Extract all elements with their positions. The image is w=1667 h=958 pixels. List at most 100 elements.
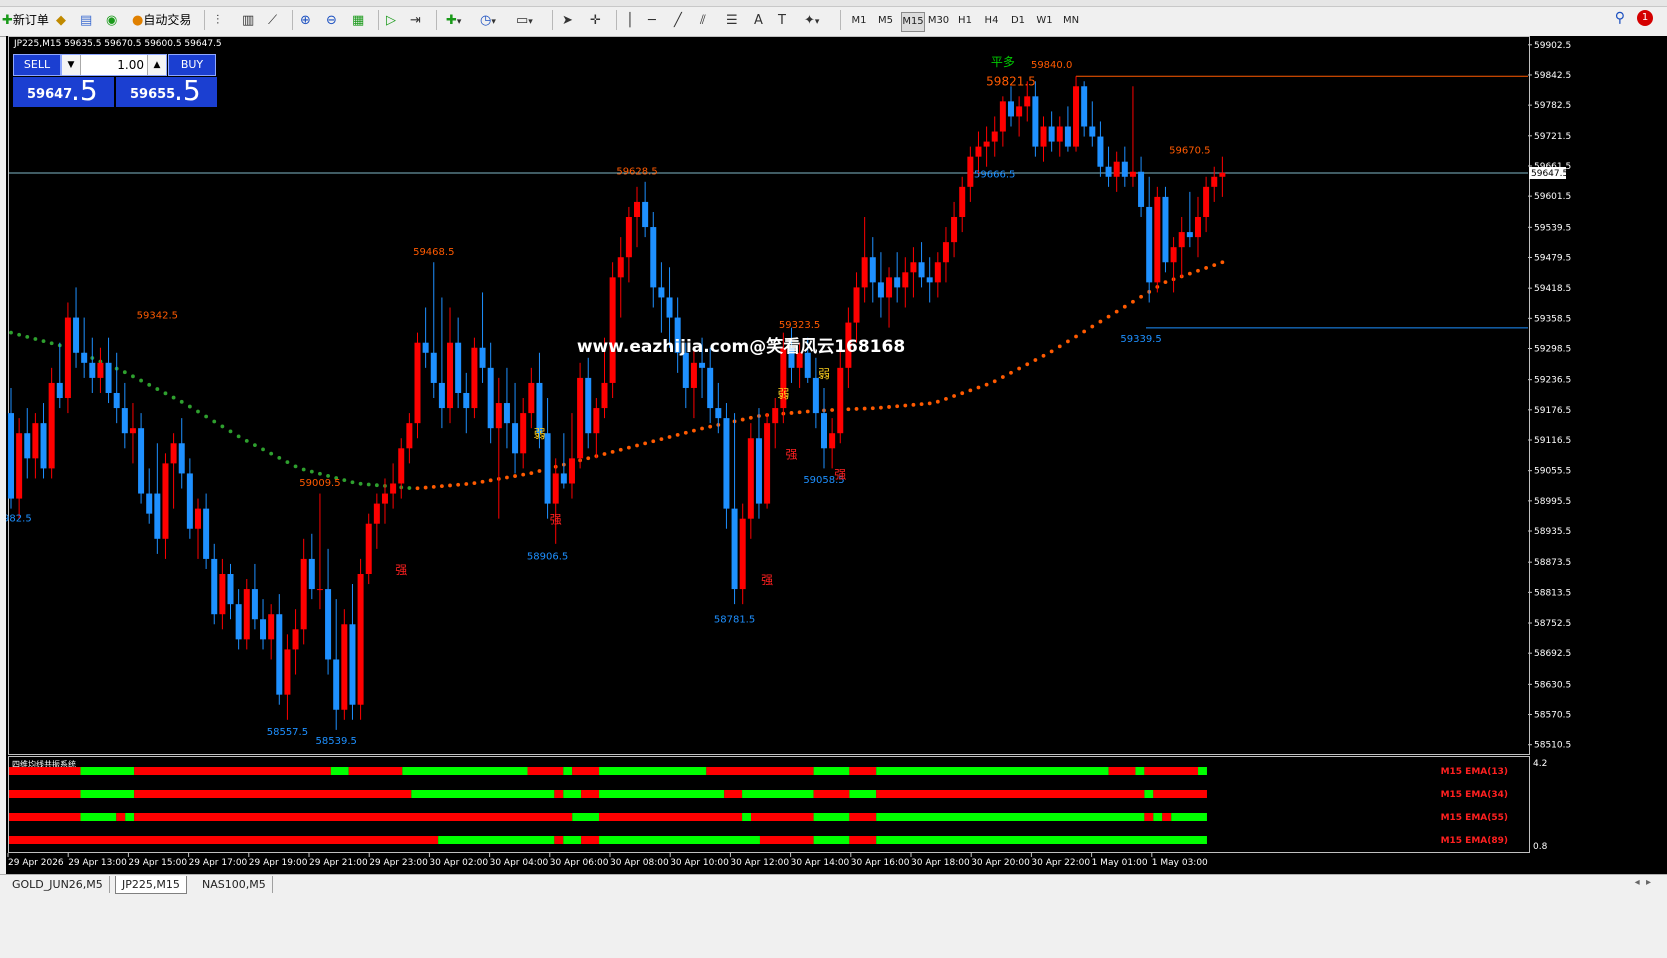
candle-body bbox=[731, 508, 738, 590]
indicator-bar-segment bbox=[599, 813, 743, 821]
candle-body bbox=[1007, 101, 1014, 117]
candle-body bbox=[373, 503, 380, 524]
auto-trade-button[interactable]: ●自动交易 bbox=[132, 10, 191, 30]
text-label-icon[interactable]: T bbox=[778, 10, 786, 30]
price-extreme-label: 59323.5 bbox=[779, 320, 820, 331]
tab-nas100-m5[interactable]: NAS100,M5 bbox=[196, 876, 273, 893]
indicators-icon[interactable]: ✚▾ bbox=[446, 10, 461, 30]
timeframe-mn-button[interactable]: MN bbox=[1060, 12, 1082, 30]
shapes-icon[interactable]: ✦▾ bbox=[804, 10, 819, 30]
zoom-in-icon[interactable]: ⊕ bbox=[300, 10, 311, 30]
chart-window[interactable]: JP225,M15 59635.5 59670.5 59600.5 59647.… bbox=[6, 36, 1667, 874]
timeframe-m30-button[interactable]: M30 bbox=[928, 12, 950, 30]
candle-body bbox=[503, 403, 510, 424]
horizontal-line-icon[interactable]: ─ bbox=[648, 10, 656, 30]
tile-windows-icon[interactable]: ▦ bbox=[352, 10, 364, 30]
tab-scroll-arrows-icon[interactable]: ◂ ▸ bbox=[1635, 877, 1651, 888]
ema-point bbox=[854, 407, 859, 411]
channel-icon[interactable]: ⫽ bbox=[700, 10, 706, 30]
ema-point bbox=[659, 437, 664, 442]
ask-price-pips: .5 bbox=[174, 74, 201, 107]
x-tick-label: 30 Apr 22:00 bbox=[1031, 858, 1090, 868]
auto-scroll-icon[interactable]: ▷ bbox=[386, 10, 396, 30]
candle-body bbox=[170, 443, 177, 464]
signal-label: 弱 bbox=[818, 367, 830, 381]
ema-point bbox=[464, 482, 469, 486]
lot-size-input[interactable]: 1.00 bbox=[84, 55, 144, 75]
candle-body bbox=[1089, 126, 1096, 137]
ema-point bbox=[187, 404, 192, 409]
ema-point bbox=[293, 464, 298, 469]
candle-body bbox=[528, 382, 535, 414]
bid-price-box[interactable]: 59647 .5 bbox=[13, 75, 114, 107]
ema-point bbox=[236, 434, 241, 439]
timeframe-m1-button[interactable]: M1 bbox=[848, 12, 870, 30]
candle-chart-icon[interactable]: ▥ bbox=[242, 10, 254, 30]
candle-body bbox=[308, 558, 315, 590]
ema-point bbox=[692, 428, 696, 433]
ema-point bbox=[212, 419, 217, 424]
text-icon[interactable]: A bbox=[754, 10, 763, 30]
trendline-icon[interactable]: ╱ bbox=[674, 10, 682, 30]
candle-body bbox=[552, 473, 559, 504]
y-tick-label: 58752.5 bbox=[1534, 619, 1571, 629]
lot-decrease-icon[interactable]: ▼ bbox=[62, 55, 81, 75]
timeframe-h4-button[interactable]: H4 bbox=[981, 12, 1003, 30]
price-chart[interactable]: JP225,M15 59635.5 59670.5 59600.5 59647.… bbox=[6, 36, 1667, 874]
crosshair-icon[interactable]: ✛ bbox=[590, 10, 601, 30]
candle-body bbox=[276, 614, 283, 695]
candle-body bbox=[1178, 232, 1185, 248]
buy-button[interactable]: BUY bbox=[168, 54, 216, 76]
ema-point bbox=[358, 481, 363, 486]
candle-body bbox=[894, 277, 901, 288]
new-order-button[interactable]: ✚新订单 bbox=[2, 10, 49, 30]
x-tick-label: 29 Apr 2026 bbox=[8, 858, 64, 868]
zoom-out-icon[interactable]: ⊖ bbox=[326, 10, 337, 30]
signal-label: 59821.5 bbox=[986, 75, 1036, 89]
candle-body bbox=[666, 297, 673, 318]
line-chart-icon[interactable]: ⟋ bbox=[268, 10, 277, 30]
indicator-bar-segment bbox=[411, 790, 555, 798]
ask-price-box[interactable]: 59655 .5 bbox=[116, 74, 217, 107]
timeframe-d1-button[interactable]: D1 bbox=[1007, 12, 1029, 30]
candle-body bbox=[918, 262, 925, 278]
notification-badge[interactable]: 1 bbox=[1637, 10, 1653, 26]
x-tick-label: 30 Apr 08:00 bbox=[610, 858, 669, 868]
market-watch-icon[interactable]: ◆ bbox=[56, 10, 66, 30]
candle-body bbox=[438, 382, 445, 409]
bar-chart-icon[interactable]: ⫶ bbox=[216, 10, 219, 30]
price-extreme-label: 58557.5 bbox=[267, 727, 308, 738]
search-icon[interactable]: ⚲ bbox=[1615, 10, 1625, 26]
candle-body bbox=[536, 382, 543, 434]
indicator-bar-segment bbox=[751, 813, 814, 821]
fibonacci-icon[interactable]: ☰ bbox=[726, 10, 738, 30]
timeframe-w1-button[interactable]: W1 bbox=[1034, 12, 1056, 30]
timeframe-m5-button[interactable]: M5 bbox=[875, 12, 897, 30]
periods-icon[interactable]: ◷▾ bbox=[480, 10, 496, 30]
y-tick-label: 59116.5 bbox=[1534, 436, 1571, 446]
timeframe-h1-button[interactable]: H1 bbox=[954, 12, 976, 30]
tab-jp225-m15[interactable]: JP225,M15 bbox=[115, 876, 187, 894]
candle-body bbox=[658, 287, 665, 298]
candle-body bbox=[764, 423, 771, 504]
cursor-icon[interactable]: ➤ bbox=[562, 10, 573, 30]
candle-body bbox=[211, 558, 218, 615]
tab-gold-jun26-m5[interactable]: GOLD_JUN26,M5 bbox=[6, 876, 110, 893]
chart-shift-icon[interactable]: ⇥ bbox=[410, 10, 421, 30]
sell-button[interactable]: SELL bbox=[13, 54, 61, 76]
ema-point bbox=[163, 391, 168, 396]
ema-point bbox=[1139, 294, 1143, 299]
lot-increase-icon[interactable]: ▲ bbox=[147, 55, 166, 75]
y-tick-label: 59298.5 bbox=[1534, 344, 1571, 354]
y-tick-label: 59236.5 bbox=[1534, 376, 1571, 386]
ema-point bbox=[789, 411, 794, 415]
timeframe-m15-button[interactable]: M15 bbox=[901, 12, 925, 32]
ema-point bbox=[505, 475, 509, 480]
lot-size-spinner[interactable]: ▼ 1.00 ▲ bbox=[61, 54, 167, 76]
ema-point bbox=[269, 451, 274, 456]
vertical-line-icon[interactable]: │ bbox=[626, 10, 634, 30]
ema-point bbox=[171, 395, 176, 400]
templates-icon[interactable]: ▭▾ bbox=[516, 10, 533, 30]
meta-editor-icon[interactable]: ◉ bbox=[106, 10, 117, 30]
navigator-icon[interactable]: ▤ bbox=[80, 10, 92, 30]
